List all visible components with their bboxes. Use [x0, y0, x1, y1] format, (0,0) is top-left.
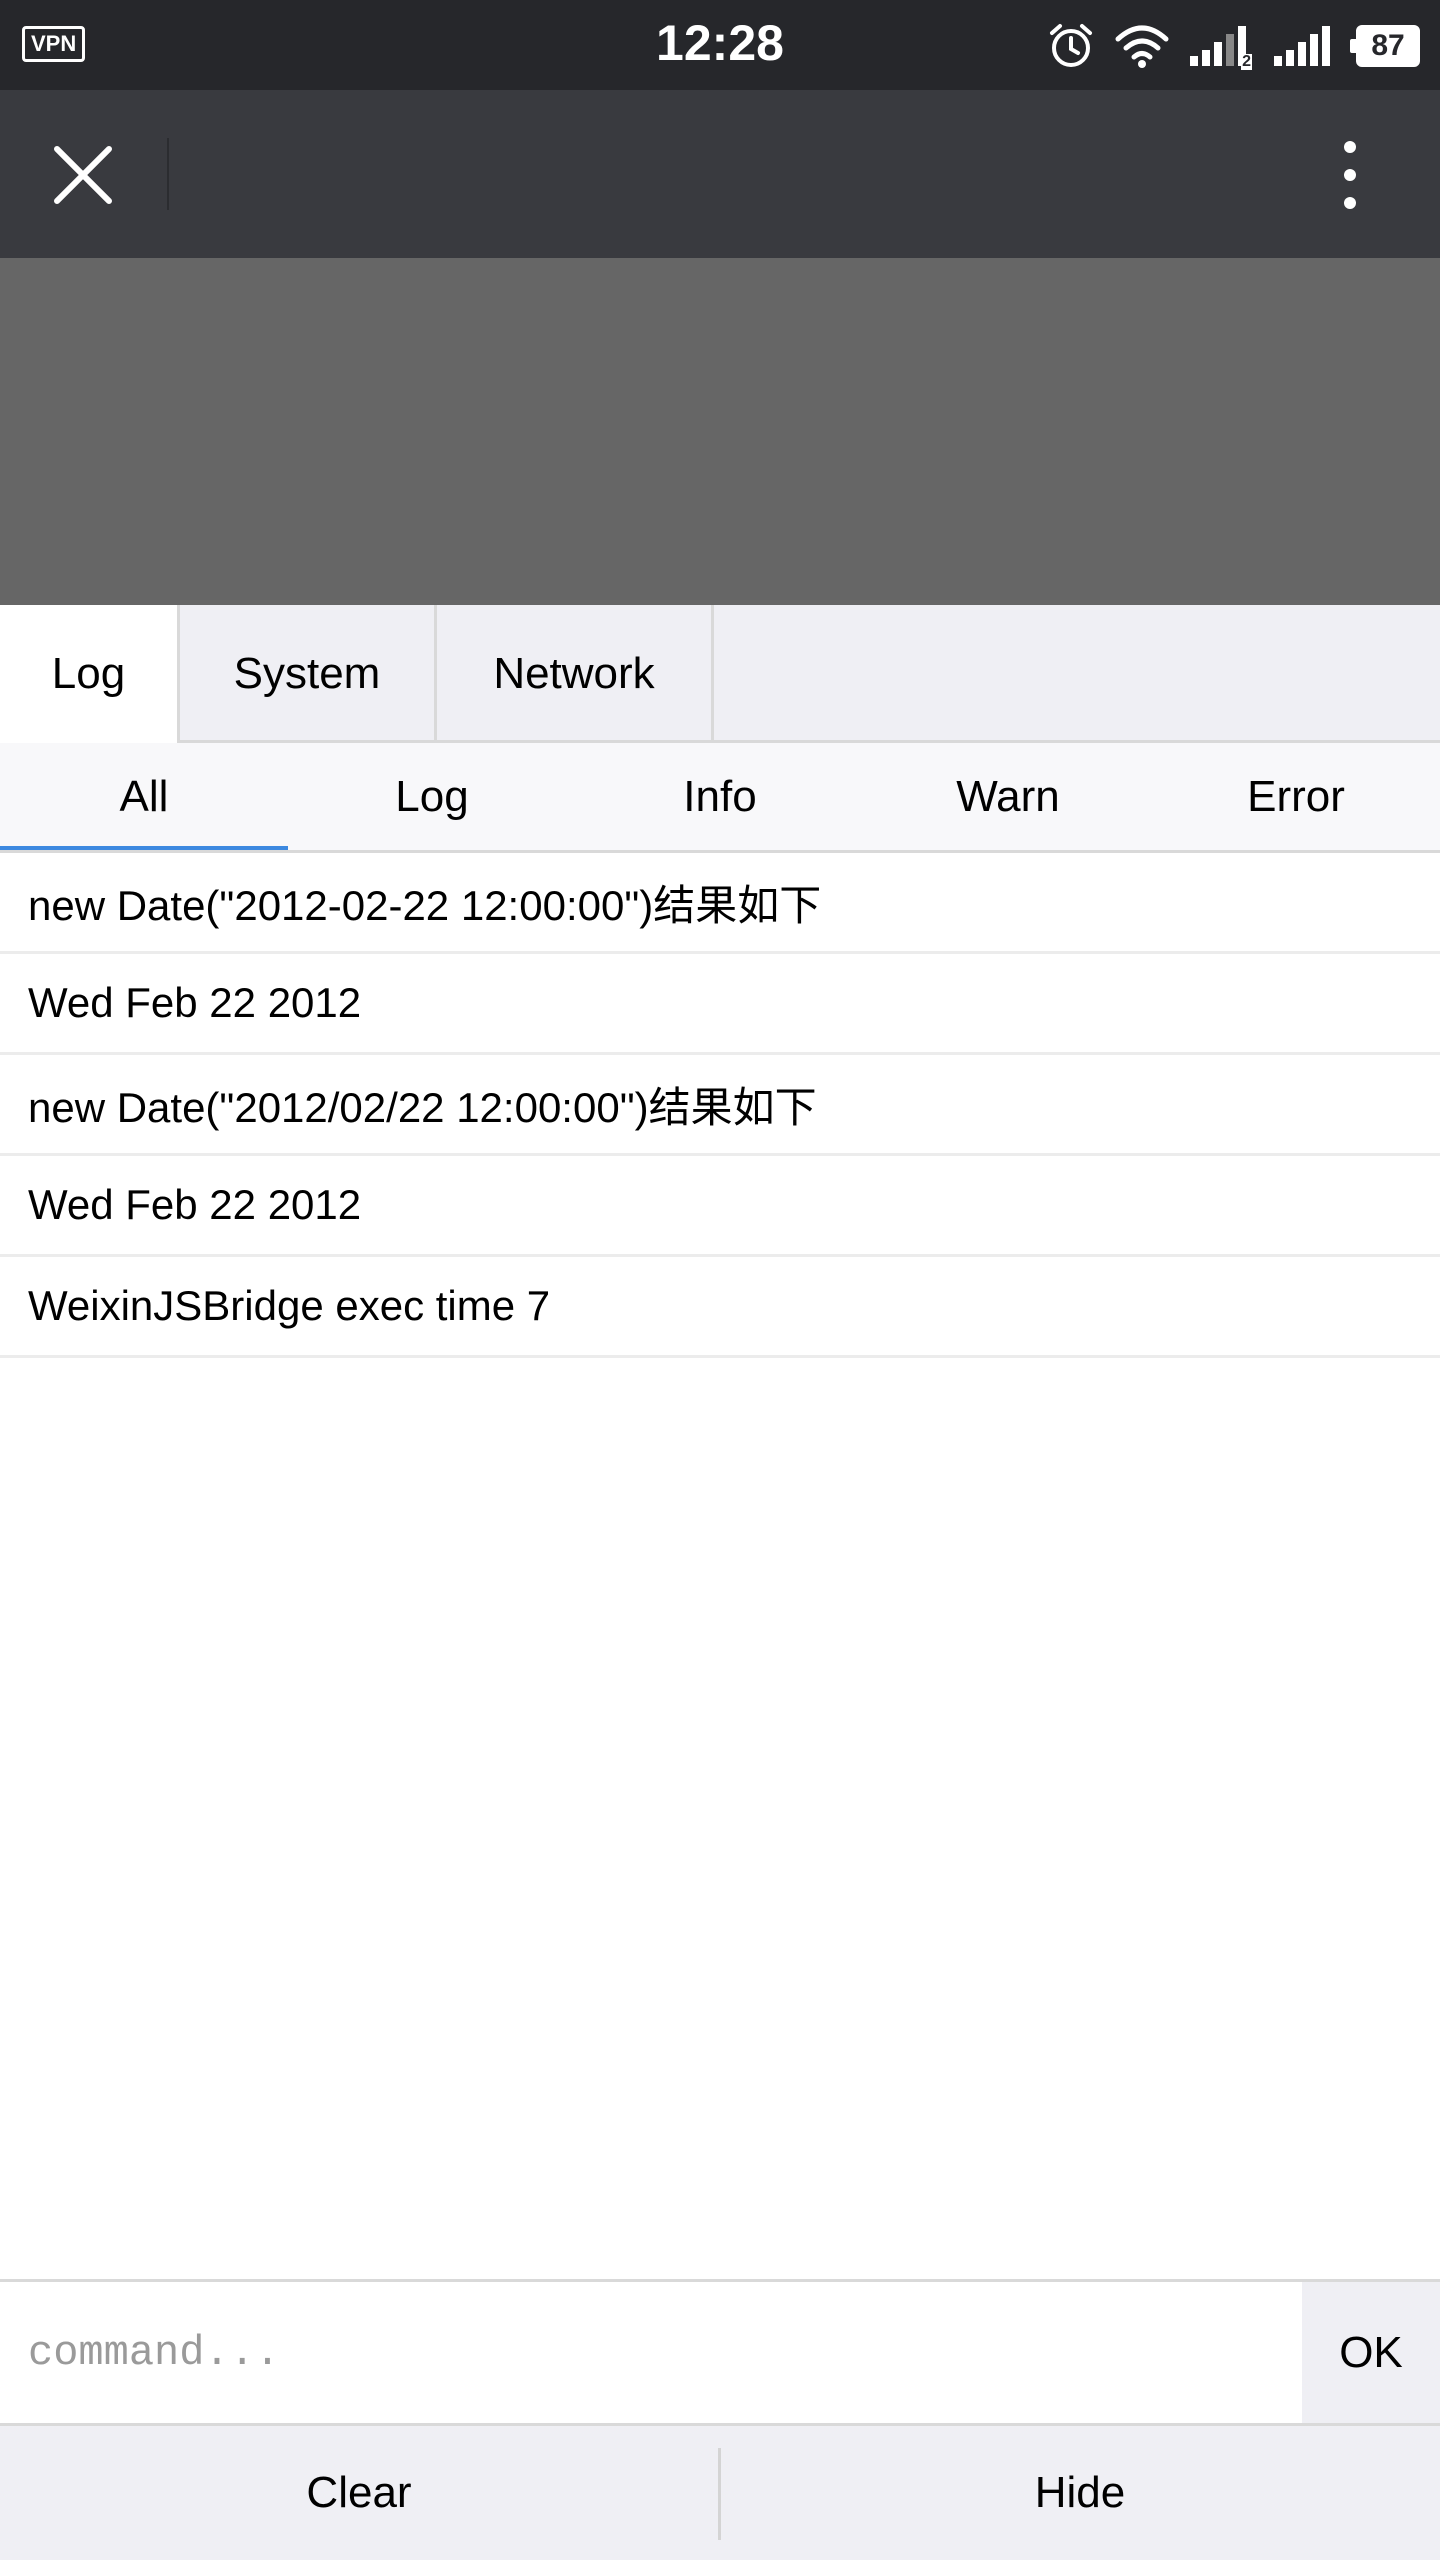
signal-icon: [1272, 26, 1338, 66]
status-bar: VPN 12:28 2 87: [0, 0, 1440, 90]
action-bar: Clear Hide: [0, 2423, 1440, 2560]
tab-system[interactable]: System: [180, 605, 437, 743]
alarm-icon: [1046, 21, 1096, 71]
ok-button[interactable]: OK: [1302, 2282, 1440, 2423]
more-button[interactable]: [1320, 134, 1380, 220]
filter-warn[interactable]: Warn: [864, 743, 1152, 850]
tab-network[interactable]: Network: [437, 605, 714, 743]
command-bar: OK: [0, 2279, 1440, 2423]
log-item: Wed Feb 22 2012: [0, 1156, 1440, 1257]
title-bar: [0, 90, 1440, 258]
clear-button[interactable]: Clear: [0, 2426, 718, 2560]
log-list: new Date("2012-02-22 12:00:00")结果如下 Wed …: [0, 853, 1440, 1358]
log-item: new Date("2012-02-22 12:00:00")结果如下: [0, 853, 1440, 954]
filter-info[interactable]: Info: [576, 743, 864, 850]
log-item: new Date("2012/02/22 12:00:00")结果如下: [0, 1055, 1440, 1156]
console-panel: Log System Network All Log Info Warn Err…: [0, 605, 1440, 2560]
filter-all[interactable]: All: [0, 743, 288, 850]
more-vertical-icon: [1343, 140, 1357, 215]
console-tabs: Log System Network: [0, 605, 1440, 743]
tab-log[interactable]: Log: [0, 605, 180, 743]
hide-button[interactable]: Hide: [721, 2426, 1439, 2560]
close-icon: [53, 145, 113, 210]
close-button[interactable]: [40, 134, 126, 220]
status-icons: 2 87: [1046, 16, 1420, 76]
wifi-icon: [1114, 23, 1170, 69]
filter-error[interactable]: Error: [1152, 743, 1440, 850]
log-filter-tabs: All Log Info Warn Error: [0, 743, 1440, 853]
command-input[interactable]: [0, 2282, 1300, 2423]
signal-icon: 2: [1188, 26, 1254, 70]
sim2-label: 2: [1241, 53, 1252, 70]
log-item: WeixinJSBridge exec time 7: [0, 1257, 1440, 1358]
log-item: Wed Feb 22 2012: [0, 954, 1440, 1055]
title-divider: [167, 138, 169, 210]
page-overlay[interactable]: [0, 258, 1440, 605]
filter-log[interactable]: Log: [288, 743, 576, 850]
battery-icon: 87: [1350, 25, 1420, 67]
